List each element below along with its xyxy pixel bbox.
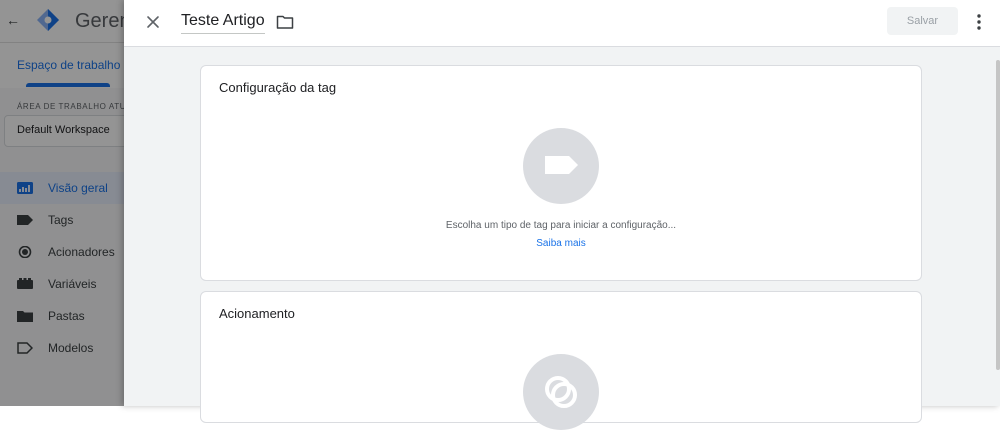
scrollbar[interactable]	[996, 60, 1000, 370]
panel-header: Teste Artigo Salvar	[124, 0, 1000, 47]
triggering-card: Acionamento	[200, 291, 922, 430]
card-title: Configuração da tag	[219, 80, 337, 95]
tag-editor-panel: Teste Artigo Salvar Configuração da tag …	[124, 0, 1000, 430]
close-icon[interactable]	[142, 11, 164, 33]
card-title: Acionamento	[219, 306, 295, 321]
learn-more-link[interactable]: Saiba mais	[201, 238, 921, 249]
config-hint-text: Escolha um tipo de tag para iniciar a co…	[445, 220, 677, 231]
choose-tag-type-button[interactable]	[523, 128, 599, 204]
choose-trigger-button[interactable]	[523, 354, 599, 430]
trigger-icon	[545, 376, 577, 408]
tag-name-field[interactable]: Teste Artigo	[181, 12, 265, 34]
more-vert-icon[interactable]	[970, 11, 988, 33]
tag-icon	[545, 156, 578, 174]
folder-icon[interactable]	[276, 14, 294, 30]
save-button[interactable]: Salvar	[887, 7, 958, 35]
tag-configuration-card: Configuração da tag Escolha um tipo de t…	[200, 65, 922, 281]
